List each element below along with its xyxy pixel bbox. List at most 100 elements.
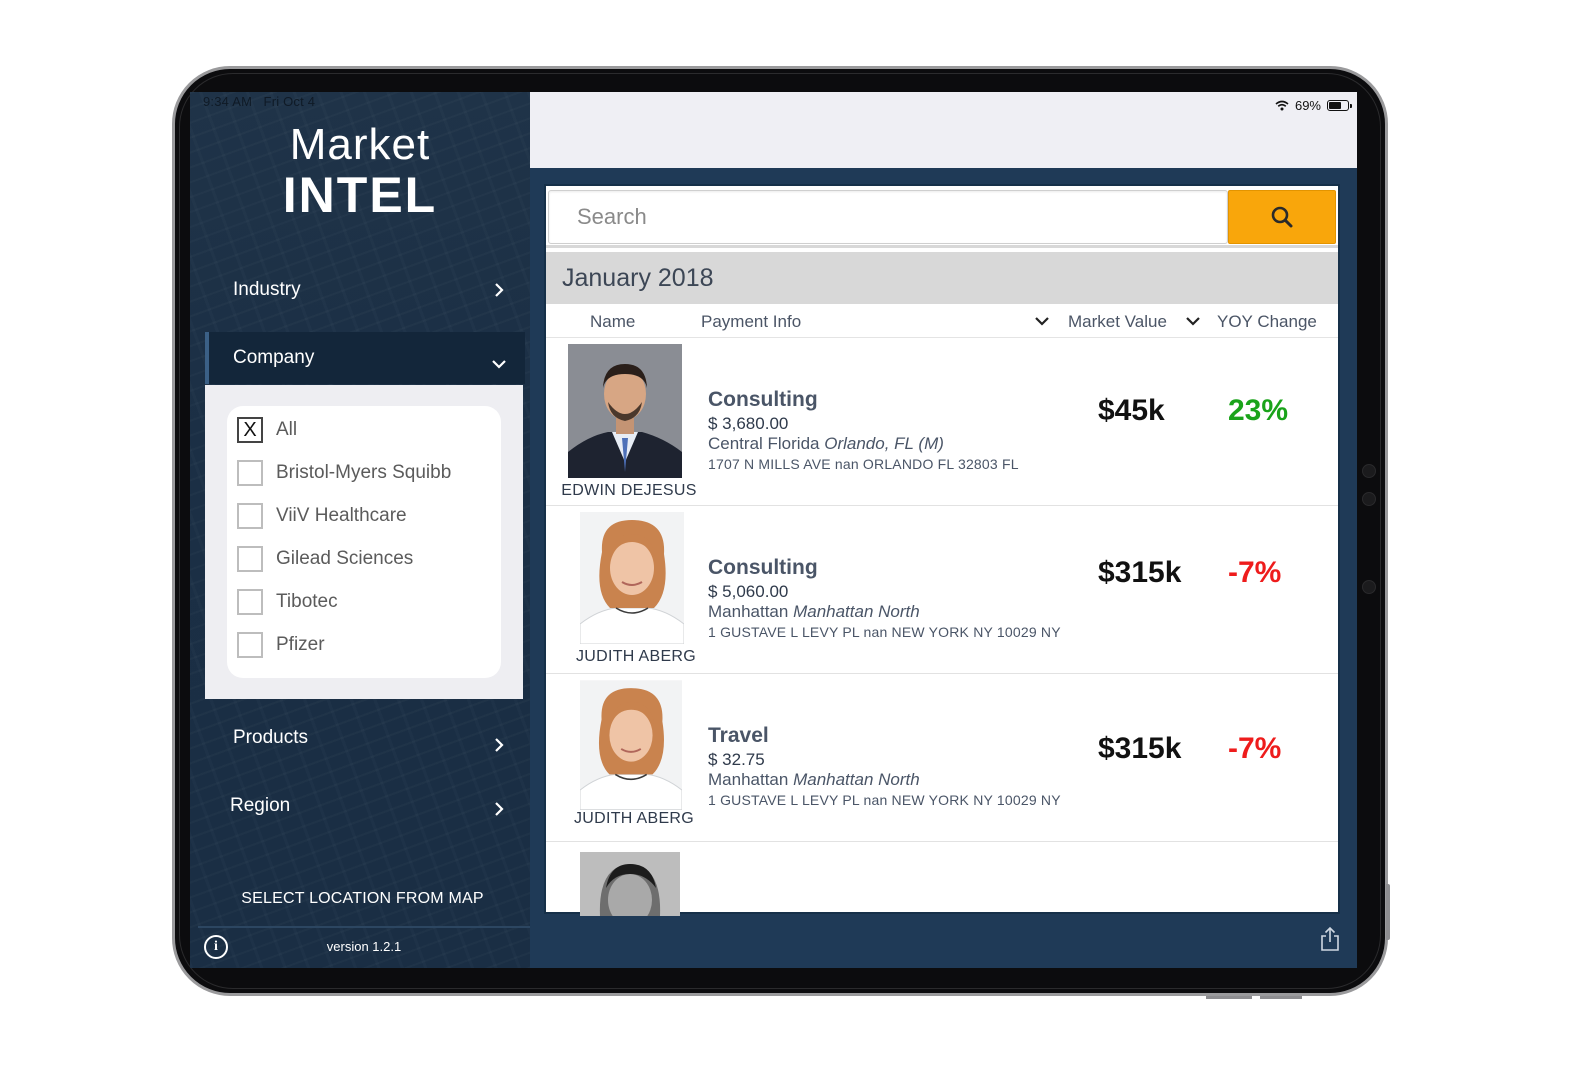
- status-indicators: 69%: [1275, 98, 1352, 113]
- address: 1 GUSTAVE L LEVY PL nan NEW YORK NY 1002…: [708, 792, 1061, 808]
- market-value: $315k: [1098, 732, 1182, 765]
- company-option-label: Pfizer: [276, 634, 325, 655]
- chevron-right-icon: [495, 283, 504, 297]
- search-icon: [1271, 206, 1293, 228]
- company-option-label: Tibotec: [276, 591, 338, 612]
- sidebar-divider: [198, 926, 530, 928]
- company-option-label: Gilead Sciences: [276, 548, 414, 569]
- search-input[interactable]: [548, 190, 1228, 244]
- company-option-tibotec[interactable]: Tibotec: [237, 587, 338, 617]
- status-time-text: 9:34 AM: [203, 94, 253, 109]
- table-header: Name Payment Info Market Value YOY Chang…: [546, 304, 1338, 338]
- search-button[interactable]: [1228, 190, 1336, 244]
- column-market-value[interactable]: Market Value: [1068, 312, 1167, 332]
- market-value: $315k: [1098, 556, 1182, 589]
- sidebar-item-products[interactable]: Products: [205, 712, 525, 764]
- company-option-viiv-healthcare[interactable]: ViiV Healthcare: [237, 501, 407, 531]
- company-filter-panel: X All Bristol-Myers Squibb ViiV Healthca…: [205, 385, 523, 699]
- company-option-all[interactable]: X All: [237, 415, 297, 445]
- sidebar-item-label: Industry: [233, 279, 301, 300]
- company-option-label: ViiV Healthcare: [276, 505, 407, 526]
- checkbox[interactable]: X: [237, 417, 263, 443]
- address: 1707 N MILLS AVE nan ORLANDO FL 32803 FL: [708, 456, 1019, 472]
- payment-amount: $ 32.75: [708, 750, 765, 769]
- wifi-icon: [1275, 100, 1289, 111]
- sidebar-item-label: Region: [230, 795, 291, 816]
- chevron-down-icon[interactable]: [1185, 314, 1201, 328]
- person-photo: [568, 344, 682, 478]
- location-city: Orlando, FL (M): [824, 434, 944, 453]
- device-side-button: [1386, 884, 1390, 940]
- status-date-text: Fri Oct 4: [263, 94, 316, 109]
- table-row[interactable]: JUDITH ABERG Travel $ 32.75 Manhattan Ma…: [546, 674, 1338, 842]
- payment-amount: $ 3,680.00: [708, 414, 789, 433]
- person-name: JUDITH ABERG: [575, 648, 697, 665]
- yoy-change-negative: -7%: [1228, 732, 1282, 765]
- column-yoy-change[interactable]: YOY Change: [1217, 312, 1317, 332]
- location-city: Manhattan North: [793, 770, 920, 789]
- checkbox[interactable]: [237, 503, 263, 529]
- battery-icon: [1327, 100, 1352, 111]
- location: Manhattan Manhattan North: [708, 602, 920, 622]
- location-region: Manhattan: [708, 770, 789, 789]
- version-label: version 1.2.1: [326, 939, 402, 954]
- table-row[interactable]: EDWIN DEJESUS Consulting $ 3,680.00 Cent…: [546, 338, 1338, 506]
- battery-percent: 69%: [1294, 98, 1321, 113]
- logo-market: Market: [289, 120, 431, 169]
- table-row[interactable]: JUDITH ABERG Consulting $ 5,060.00 Manha…: [546, 506, 1338, 674]
- yoy-change-positive: 23%: [1228, 394, 1289, 427]
- location: Central Florida Orlando, FL (M): [708, 434, 944, 454]
- chevron-right-icon: [495, 738, 504, 752]
- results-panel: January 2018 Name Payment Info Market Va…: [544, 184, 1340, 916]
- search-bar: [546, 186, 1338, 248]
- sidebar-item-label: Company: [233, 347, 315, 368]
- share-icon[interactable]: [1320, 926, 1340, 952]
- month-header: January 2018: [546, 252, 1338, 304]
- sidebar-item-company[interactable]: Company: [205, 332, 525, 384]
- status-time: 9:34 AM Fri Oct 4: [203, 94, 315, 109]
- person-name: JUDITH ABERG: [573, 810, 695, 827]
- table-row[interactable]: [546, 842, 1338, 922]
- person-name: EDWIN DEJESUS: [561, 482, 697, 499]
- sidebar-item-industry[interactable]: Industry: [205, 264, 525, 316]
- chevron-down-icon: [492, 360, 506, 369]
- checkbox[interactable]: [237, 632, 263, 658]
- location-region: Manhattan: [708, 602, 789, 621]
- person-photo: [580, 512, 684, 644]
- column-name[interactable]: Name: [590, 312, 635, 332]
- person-photo: [580, 680, 682, 810]
- top-navigation-bar: 69%: [530, 92, 1357, 168]
- location-region: Central Florida: [708, 434, 820, 453]
- sidebar-item-region[interactable]: Region: [205, 780, 525, 832]
- logo-intel: INTEL: [282, 167, 438, 223]
- select-location-from-map-link[interactable]: SELECT LOCATION FROM MAP: [190, 890, 535, 908]
- address: 1 GUSTAVE L LEVY PL nan NEW YORK NY 1002…: [708, 624, 1061, 640]
- device-camera: [1362, 492, 1376, 506]
- checkbox[interactable]: [237, 546, 263, 572]
- device-camera: [1362, 464, 1376, 478]
- company-checklist: X All Bristol-Myers Squibb ViiV Healthca…: [227, 406, 501, 678]
- company-option-pfizer[interactable]: Pfizer: [237, 630, 325, 660]
- payment-type: Travel: [708, 724, 769, 747]
- company-option-bristol-myers-squibb[interactable]: Bristol-Myers Squibb: [237, 458, 451, 488]
- chevron-right-icon: [495, 802, 504, 816]
- sidebar: 9:34 AM Fri Oct 4 Market INTEL Industry …: [190, 92, 530, 968]
- yoy-change-negative: -7%: [1228, 556, 1282, 589]
- location-city: Manhattan North: [793, 602, 920, 621]
- payment-type: Consulting: [708, 556, 818, 579]
- chevron-down-icon[interactable]: [1034, 314, 1050, 328]
- company-option-label: Bristol-Myers Squibb: [276, 462, 452, 483]
- market-value: $45k: [1098, 394, 1165, 427]
- app-screen: 9:34 AM Fri Oct 4 Market INTEL Industry …: [190, 92, 1357, 968]
- device-top-button: [1260, 996, 1302, 999]
- payment-type: Consulting: [708, 388, 818, 411]
- device-top-button: [1206, 996, 1252, 999]
- checkbox[interactable]: [237, 460, 263, 486]
- location: Manhattan Manhattan North: [708, 770, 920, 790]
- checkbox[interactable]: [237, 589, 263, 615]
- company-option-gilead-sciences[interactable]: Gilead Sciences: [237, 544, 413, 574]
- person-photo: [580, 852, 680, 916]
- column-payment-info[interactable]: Payment Info: [701, 312, 801, 332]
- sidebar-item-label: Products: [233, 727, 308, 748]
- payment-amount: $ 5,060.00: [708, 582, 789, 601]
